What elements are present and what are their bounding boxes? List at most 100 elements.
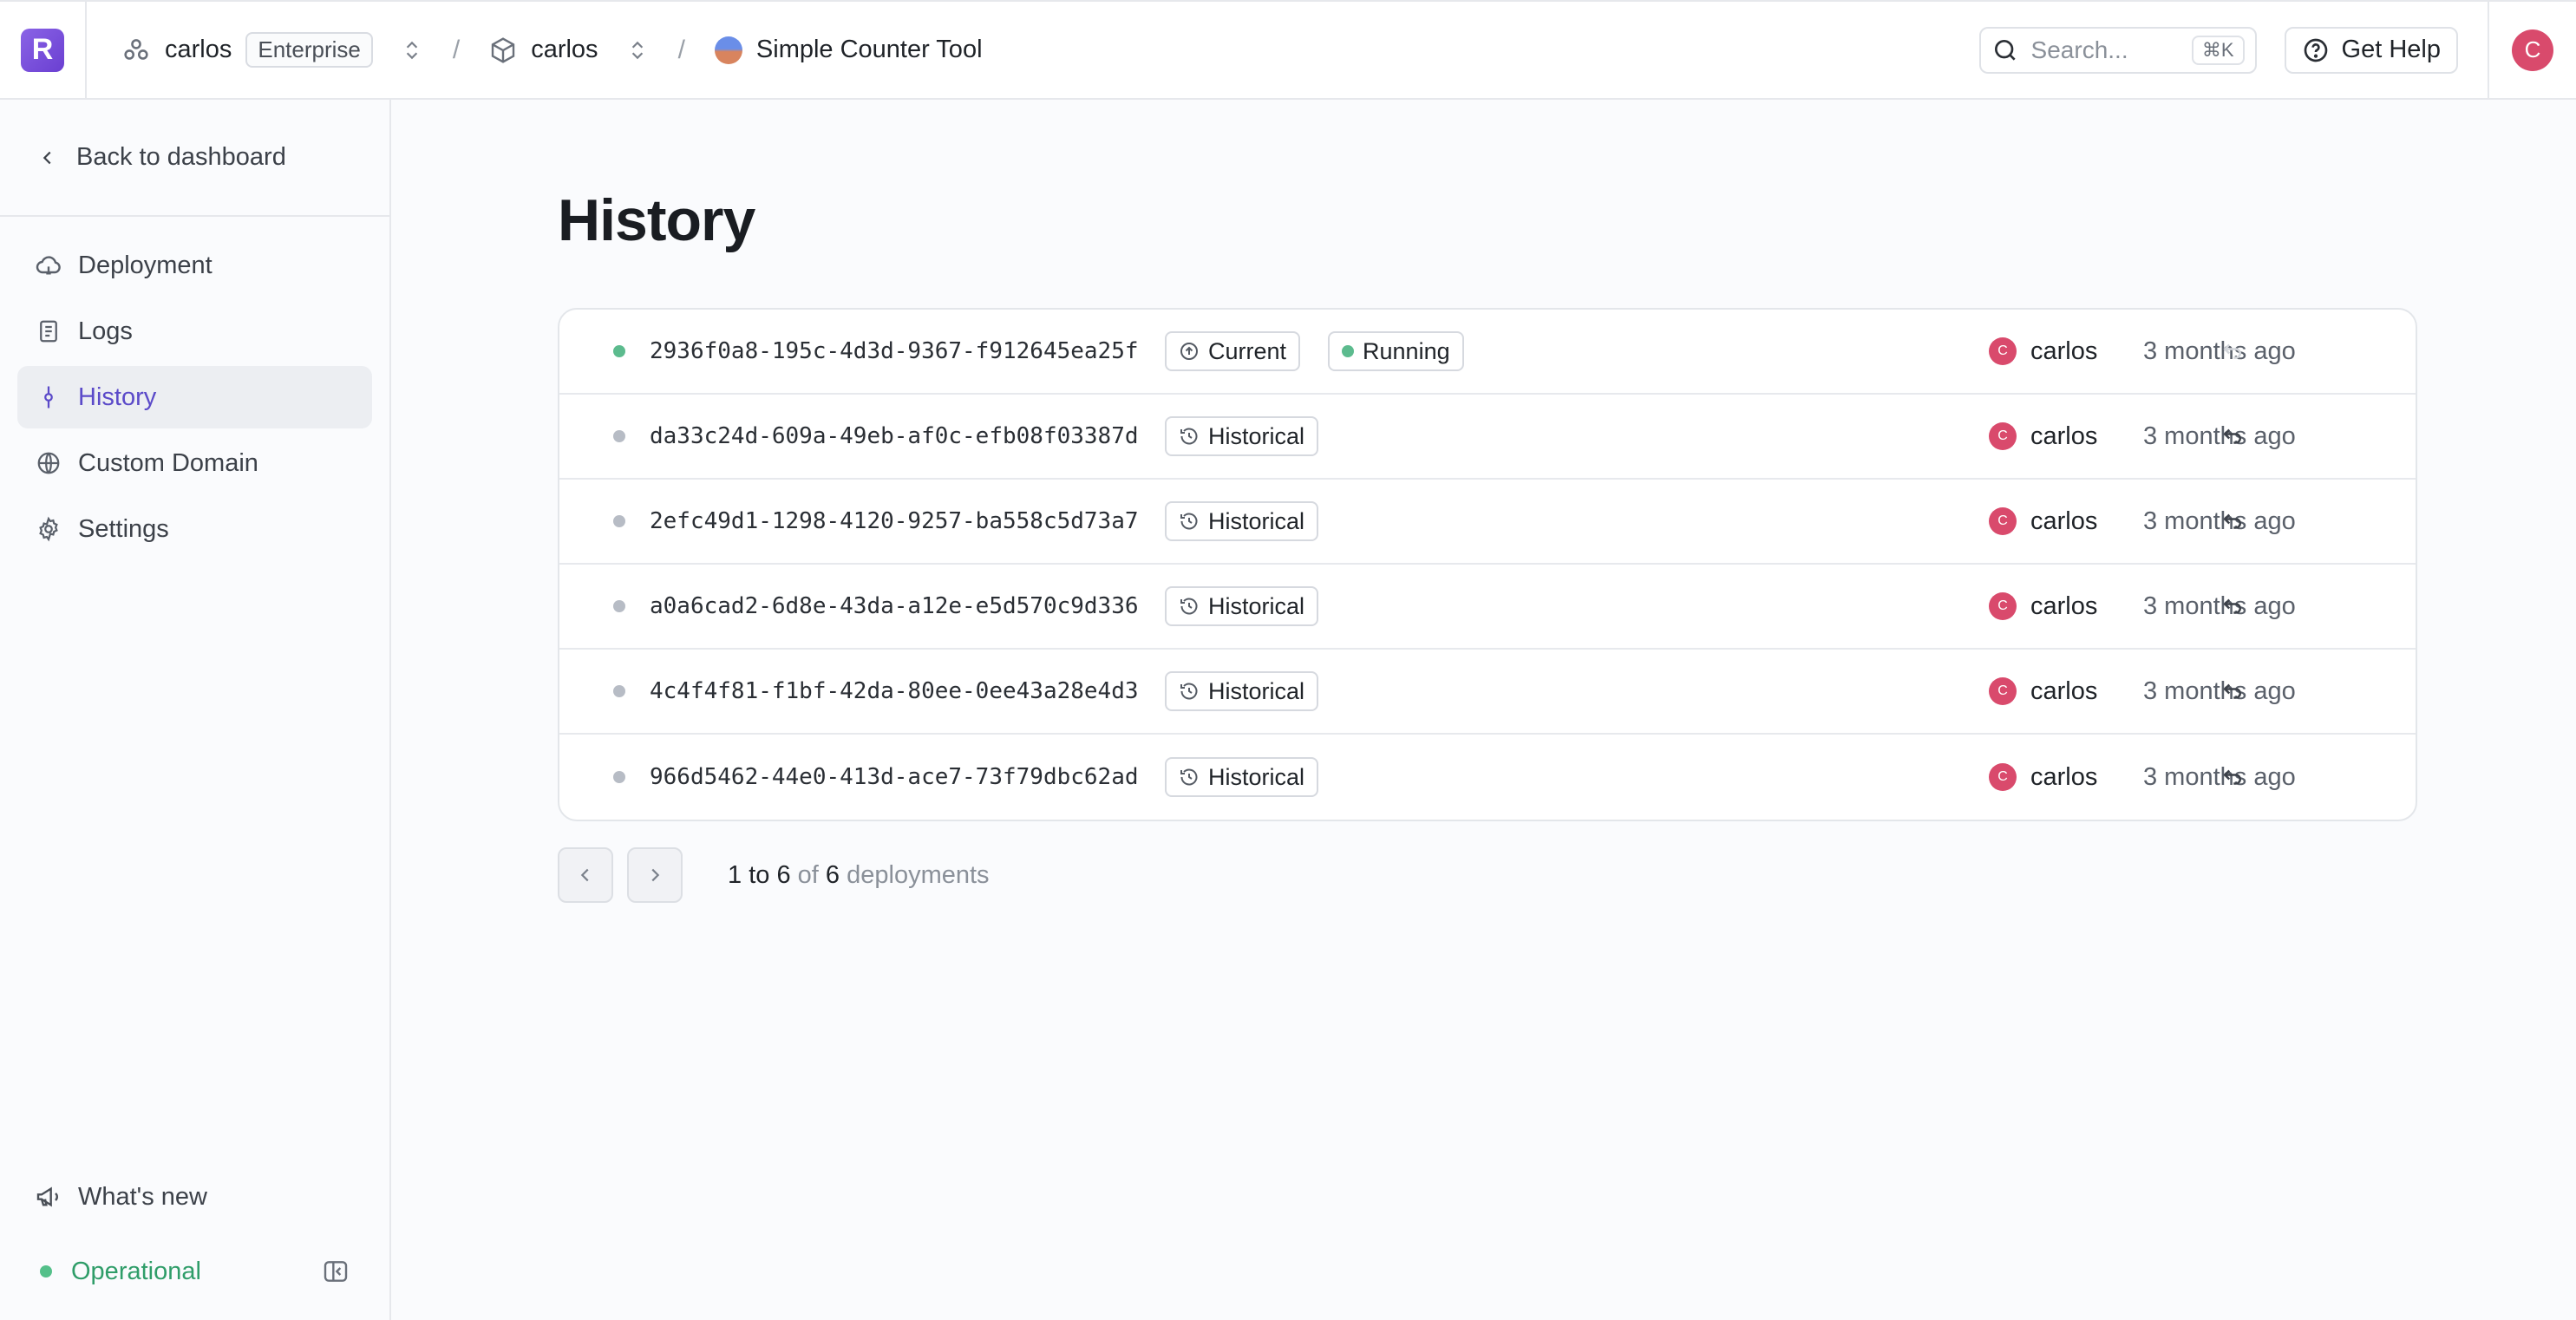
org-name: carlos xyxy=(165,36,232,63)
user-avatar[interactable]: C xyxy=(2512,29,2553,71)
page-to-word: to xyxy=(749,860,770,889)
logo-container: R xyxy=(0,1,87,99)
prev-page-button[interactable] xyxy=(558,847,613,903)
sidebar-item-label: Settings xyxy=(78,514,169,543)
running-badge: Running xyxy=(1328,331,1464,371)
deployment-user: C carlos xyxy=(1989,763,2097,792)
app-crumb[interactable]: Simple Counter Tool xyxy=(714,36,983,64)
back-to-dashboard-link[interactable]: Back to dashboard xyxy=(0,100,389,217)
status-dot-icon xyxy=(613,515,625,527)
sidebar-item-custom-domain[interactable]: Custom Domain xyxy=(17,432,372,494)
redeploy-icon[interactable] xyxy=(2220,508,2246,534)
chevron-right-icon xyxy=(651,868,660,882)
user-name: carlos xyxy=(2030,676,2098,705)
user-avatar: C xyxy=(1989,422,2017,450)
sidebar-item-label: Custom Domain xyxy=(78,448,258,477)
box-icon xyxy=(489,36,517,64)
sidebar-item-settings[interactable]: Settings xyxy=(17,498,372,560)
organization-icon xyxy=(121,36,151,65)
project-name: carlos xyxy=(531,36,598,63)
redeploy-icon[interactable] xyxy=(2220,423,2246,449)
sidebar-item-history[interactable]: History xyxy=(17,366,372,428)
table-row[interactable]: 966d5462-44e0-413d-ace7-73f79dbc62ad His… xyxy=(559,735,2416,820)
history-icon xyxy=(1179,511,1200,532)
top-bar: R carlos Enterprise / carlos / Simple Co… xyxy=(0,0,2576,100)
breadcrumb-separator: / xyxy=(677,35,685,64)
page-to: 6 xyxy=(776,860,791,889)
redeploy-icon xyxy=(2220,338,2246,364)
arrow-up-circle-icon xyxy=(1179,341,1200,362)
deployment-user: C carlos xyxy=(1989,592,2097,621)
historical-badge: Historical xyxy=(1165,671,1319,711)
redeploy-icon[interactable] xyxy=(2220,678,2246,704)
status-dot-icon xyxy=(613,771,625,783)
running-dot-icon xyxy=(1342,345,1355,357)
deployment-id: 966d5462-44e0-413d-ace7-73f79dbc62ad xyxy=(650,764,1139,790)
status-label: Operational xyxy=(71,1257,201,1285)
deployment-id: da33c24d-609a-49eb-af0c-efb08f03387d xyxy=(650,423,1139,449)
user-name: carlos xyxy=(2030,506,2098,535)
badge-label: Historical xyxy=(1208,763,1305,790)
table-row[interactable]: 2efc49d1-1298-4120-9257-ba558c5d73a7 His… xyxy=(559,480,2416,565)
chevron-left-icon xyxy=(38,147,57,169)
deployment-id: 4c4f4f81-f1bf-42da-80ee-0ee43a28e4d3 xyxy=(650,678,1139,704)
status-dot-icon xyxy=(613,600,625,612)
status-dot-icon xyxy=(613,430,625,442)
user-avatar: C xyxy=(1989,677,2017,705)
redeploy-icon[interactable] xyxy=(2220,764,2246,790)
search-box[interactable]: ⌘K xyxy=(1978,26,2257,74)
history-icon xyxy=(1179,596,1200,617)
user-avatar: C xyxy=(1989,337,2017,365)
sidebar: Back to dashboard Deployment Logs Histor… xyxy=(0,100,391,1320)
search-input[interactable] xyxy=(2030,36,2179,64)
get-help-button[interactable]: Get Help xyxy=(2284,26,2458,74)
status-dot-icon xyxy=(613,345,625,357)
historical-badge: Historical xyxy=(1165,501,1319,541)
breadcrumb-separator: / xyxy=(452,35,461,64)
history-icon xyxy=(1179,426,1200,447)
sidebar-item-deployment[interactable]: Deployment xyxy=(17,234,372,297)
gear-icon xyxy=(35,516,62,542)
deployment-user: C carlos xyxy=(1989,677,2097,706)
whats-new-link[interactable]: What's new xyxy=(0,1166,389,1228)
search-icon xyxy=(1991,36,2019,64)
get-help-label: Get Help xyxy=(2341,36,2441,63)
whats-new-label: What's new xyxy=(78,1182,207,1211)
sidebar-item-label: History xyxy=(78,382,157,411)
git-commit-icon xyxy=(35,383,62,411)
chevron-up-down-icon[interactable] xyxy=(626,37,649,63)
deployment-id: a0a6cad2-6d8e-43da-a12e-e5d570c9d336 xyxy=(650,593,1139,619)
table-row[interactable]: 2936f0a8-195c-4d3d-9367-f912645ea25f Cur… xyxy=(559,310,2416,395)
back-label: Back to dashboard xyxy=(76,143,286,171)
plan-badge: Enterprise xyxy=(245,32,373,68)
app-logo[interactable]: R xyxy=(21,28,64,72)
status-dot-icon xyxy=(40,1265,52,1278)
user-name: carlos xyxy=(2030,762,2098,791)
sidebar-item-label: Logs xyxy=(78,317,133,345)
project-switcher[interactable]: carlos xyxy=(489,36,648,64)
page-from: 1 xyxy=(728,860,742,889)
table-row[interactable]: a0a6cad2-6d8e-43da-a12e-e5d570c9d336 His… xyxy=(559,565,2416,650)
org-switcher[interactable]: carlos Enterprise xyxy=(121,32,423,68)
pagination: 1 to 6 of 6 deployments xyxy=(558,847,990,903)
user-menu-container: C xyxy=(2488,1,2576,99)
help-circle-icon xyxy=(2302,36,2330,64)
sidebar-collapse-icon[interactable] xyxy=(322,1258,350,1285)
chevron-left-icon xyxy=(580,868,589,882)
breadcrumb: carlos Enterprise / carlos / Simple Coun… xyxy=(121,2,983,98)
redeploy-icon[interactable] xyxy=(2220,593,2246,619)
status-indicator[interactable]: Operational xyxy=(0,1240,389,1303)
sidebar-item-logs[interactable]: Logs xyxy=(17,300,372,363)
search-shortcut: ⌘K xyxy=(2191,35,2245,65)
table-row[interactable]: 4c4f4f81-f1bf-42da-80ee-0ee43a28e4d3 His… xyxy=(559,650,2416,735)
chevron-up-down-icon[interactable] xyxy=(401,37,423,63)
badge-label: Historical xyxy=(1208,677,1305,704)
page-title: History xyxy=(558,187,755,253)
megaphone-icon xyxy=(35,1183,62,1211)
page-unit: deployments xyxy=(847,860,990,889)
table-row[interactable]: da33c24d-609a-49eb-af0c-efb08f03387d His… xyxy=(559,395,2416,480)
page-total: 6 xyxy=(825,860,840,889)
cloud-icon xyxy=(35,252,62,279)
top-right-actions: ⌘K Get Help C xyxy=(1978,1,2576,99)
next-page-button[interactable] xyxy=(627,847,683,903)
